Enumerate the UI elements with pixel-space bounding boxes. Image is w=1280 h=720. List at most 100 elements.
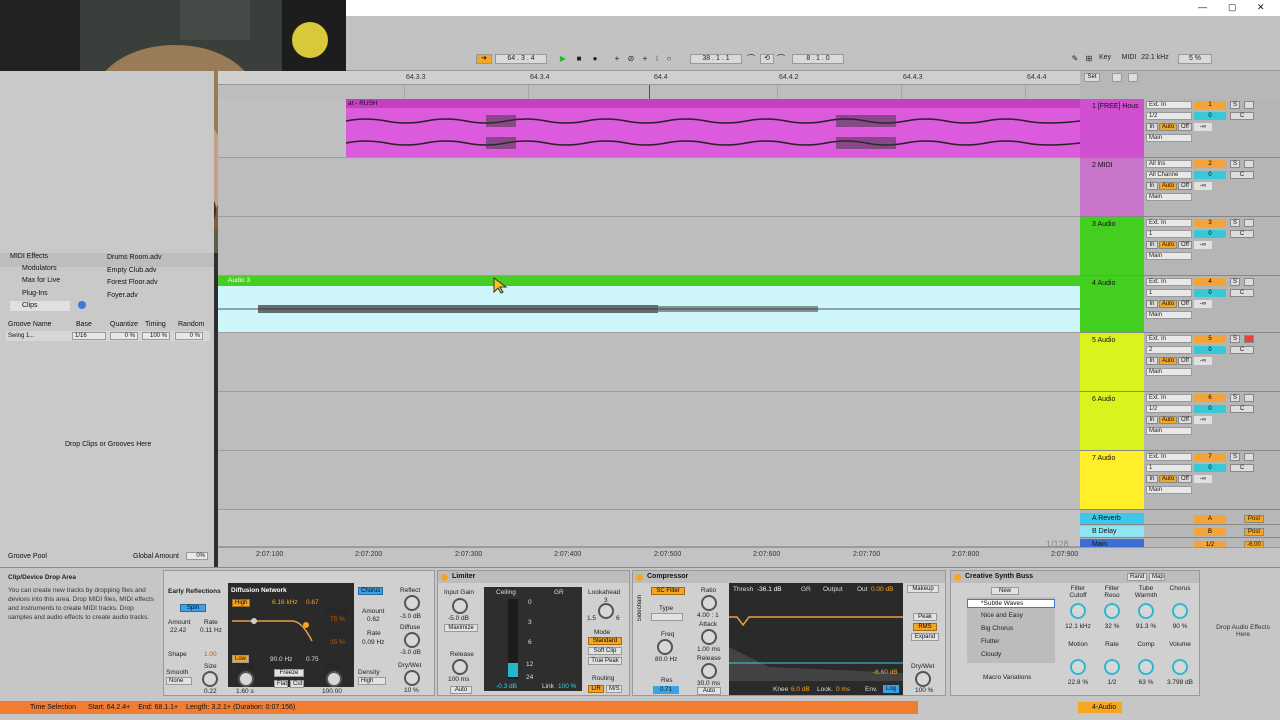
track-volume[interactable]: 0 (1194, 171, 1226, 179)
monitor-in-button[interactable]: In (1146, 416, 1158, 424)
auto-release-button[interactable]: Auto (697, 687, 721, 695)
clip-device-drop-area[interactable]: Clip/Device Drop Area You can create new… (4, 570, 160, 696)
link-value[interactable]: 100 % (558, 683, 576, 690)
track-name[interactable]: 1 [FREE] Hous (1080, 99, 1144, 157)
routing-lr[interactable]: L/R (588, 685, 604, 693)
freq-knob[interactable] (657, 639, 673, 655)
loop-toggle-icon[interactable]: ⟲ (760, 54, 774, 64)
overdub-icon[interactable]: + (612, 54, 622, 64)
follow-button[interactable]: ➜ (476, 54, 492, 64)
pan-button[interactable]: C (1230, 289, 1254, 297)
arm-button[interactable] (1244, 160, 1254, 168)
return-lanes[interactable] (218, 510, 1080, 547)
midi-map-button[interactable]: MIDI (1120, 54, 1138, 64)
pan-button[interactable]: C (1230, 171, 1254, 179)
variation-item[interactable]: Flutter (981, 638, 999, 645)
arm-button[interactable] (1244, 219, 1254, 227)
freeze-button[interactable]: Freeze (274, 669, 304, 677)
browser-category-max[interactable]: Max for Live (22, 277, 60, 284)
lookahead-knob[interactable] (598, 603, 614, 619)
chorus-amount-value[interactable]: 0.62 (367, 616, 380, 623)
variation-item[interactable]: Big Chorus (981, 625, 1013, 632)
monitor-in-button[interactable]: In (1146, 475, 1158, 483)
pan-button[interactable]: C (1230, 405, 1254, 413)
monitor-in-button[interactable]: In (1146, 357, 1158, 365)
thresh-value[interactable]: -36.1 dB (757, 586, 782, 593)
mode-true-peak[interactable]: True Peak (588, 657, 622, 665)
input-gain-knob[interactable] (452, 598, 468, 614)
browser-info-icon[interactable] (78, 301, 86, 309)
scale-value[interactable]: 35 % (330, 639, 345, 646)
track-activator[interactable]: 2 (1194, 160, 1226, 168)
groove-name[interactable]: Swing 1... (8, 333, 34, 339)
track-header[interactable]: 4 Audio Ext. In 1 In Auto Off Main 4 S 0 C -∞ (1080, 276, 1280, 333)
solo-button[interactable]: S (1230, 394, 1240, 402)
arm-button[interactable] (1244, 278, 1254, 286)
drywet-knob[interactable] (915, 671, 931, 687)
high-shelf-toggle[interactable]: High (232, 599, 251, 607)
input-type-select[interactable]: Ext. In (1146, 219, 1192, 227)
track-lane-7[interactable] (218, 451, 1080, 510)
track-volume[interactable]: 0 (1194, 112, 1226, 120)
ratio-knob[interactable] (701, 595, 717, 611)
output-select[interactable]: Main (1146, 193, 1192, 201)
sends-value[interactable]: -∞ (1194, 416, 1212, 424)
knee-value[interactable]: 6.0 dB (791, 686, 810, 693)
drop-effects-area[interactable]: Drop Audio Effects Here (1210, 624, 1276, 638)
browser-category-modulators[interactable]: Modulators (22, 265, 57, 272)
reenable-icon[interactable]: + (640, 54, 650, 64)
record-icon[interactable]: ● (590, 54, 600, 64)
track-lane-5[interactable] (218, 333, 1080, 392)
map-button[interactable]: Map (1149, 573, 1165, 581)
automation-arm-icon[interactable]: ⊘ (626, 54, 636, 64)
solo-button[interactable]: S (1230, 453, 1240, 461)
clip-title[interactable]: at - RUSH (346, 99, 1080, 108)
input-gain-value[interactable]: -5.0 dB (448, 615, 469, 622)
browser-category-midi-effects[interactable]: MIDI Effects (10, 253, 48, 260)
output-select[interactable]: Main (1146, 486, 1192, 494)
env-value[interactable]: Log (883, 685, 899, 693)
monitor-in-button[interactable]: In (1146, 182, 1158, 190)
reflect-value[interactable]: -3.0 dB (400, 613, 421, 620)
variation-item[interactable]: Nice and Easy (981, 612, 1023, 619)
sends-value[interactable]: -∞ (1194, 300, 1212, 308)
rate-value[interactable]: 0.11 Hz (200, 627, 222, 634)
macro-value[interactable]: 1/2 (1097, 679, 1127, 686)
input-type-select[interactable]: Ext. In (1146, 335, 1192, 343)
output-select[interactable]: Main (1146, 427, 1192, 435)
browser-file[interactable]: Drums Room.adv (107, 254, 161, 261)
makeup-button[interactable]: Makeup (907, 585, 939, 593)
chorus-toggle[interactable]: Chorus (358, 587, 384, 595)
groove-quantize[interactable]: 0 % (110, 332, 138, 340)
compressor-title[interactable]: Compressor (633, 571, 945, 583)
loop-start[interactable]: 38 . 1 . 1 (690, 54, 742, 64)
groove-timing[interactable]: 100 % (142, 332, 170, 340)
macro-value[interactable]: 91.3 % (1131, 623, 1161, 630)
key-map-icon[interactable]: ⊞ (1084, 54, 1094, 64)
track-header[interactable]: 1 [FREE] Hous Ext. In 1/2 In Auto Off Main 1 S 0 C… (1080, 99, 1280, 158)
beat-ruler[interactable]: 64.3.3 64.3.4 64.4 64.4.2 64.4.3 64.4.4 (218, 71, 1080, 85)
input-channel-select[interactable]: 1 (1146, 464, 1192, 472)
mode-soft-clip[interactable]: Soft Clip (588, 647, 622, 655)
track-header[interactable]: 5 Audio Ext. In 2 In Auto Off Main 5 S 0 C -∞ (1080, 333, 1280, 392)
draw-mode-icon[interactable]: ✎ (1070, 54, 1080, 64)
macro-knob[interactable] (1104, 659, 1120, 675)
high-shelf-value[interactable]: 0.67 (306, 599, 319, 606)
output-select[interactable]: Main (1146, 368, 1192, 376)
attack-value[interactable]: 1.00 ms (697, 646, 720, 653)
stereo-knob[interactable] (326, 671, 342, 687)
sends-value[interactable]: -∞ (1194, 475, 1212, 483)
post-button[interactable]: Post (1244, 528, 1264, 536)
monitor-auto-button[interactable]: Auto (1159, 123, 1177, 131)
rms-button[interactable]: RMS (913, 623, 937, 631)
variation-item[interactable]: Cloudy (981, 651, 1001, 658)
groove-base[interactable]: 1/16 (72, 332, 106, 340)
monitor-in-button[interactable]: In (1146, 123, 1158, 131)
return-letter[interactable]: B (1194, 528, 1226, 536)
browser-file[interactable]: Empty Club.adv (107, 267, 156, 274)
input-type-select[interactable]: Ext. In (1146, 453, 1192, 461)
pan-button[interactable]: C (1230, 346, 1254, 354)
new-variation-button[interactable]: New (991, 587, 1019, 595)
arrangement-view[interactable]: 64.3.3 64.3.4 64.4 64.4.2 64.4.3 64.4.4 … (218, 71, 1080, 567)
arm-button[interactable] (1244, 453, 1254, 461)
